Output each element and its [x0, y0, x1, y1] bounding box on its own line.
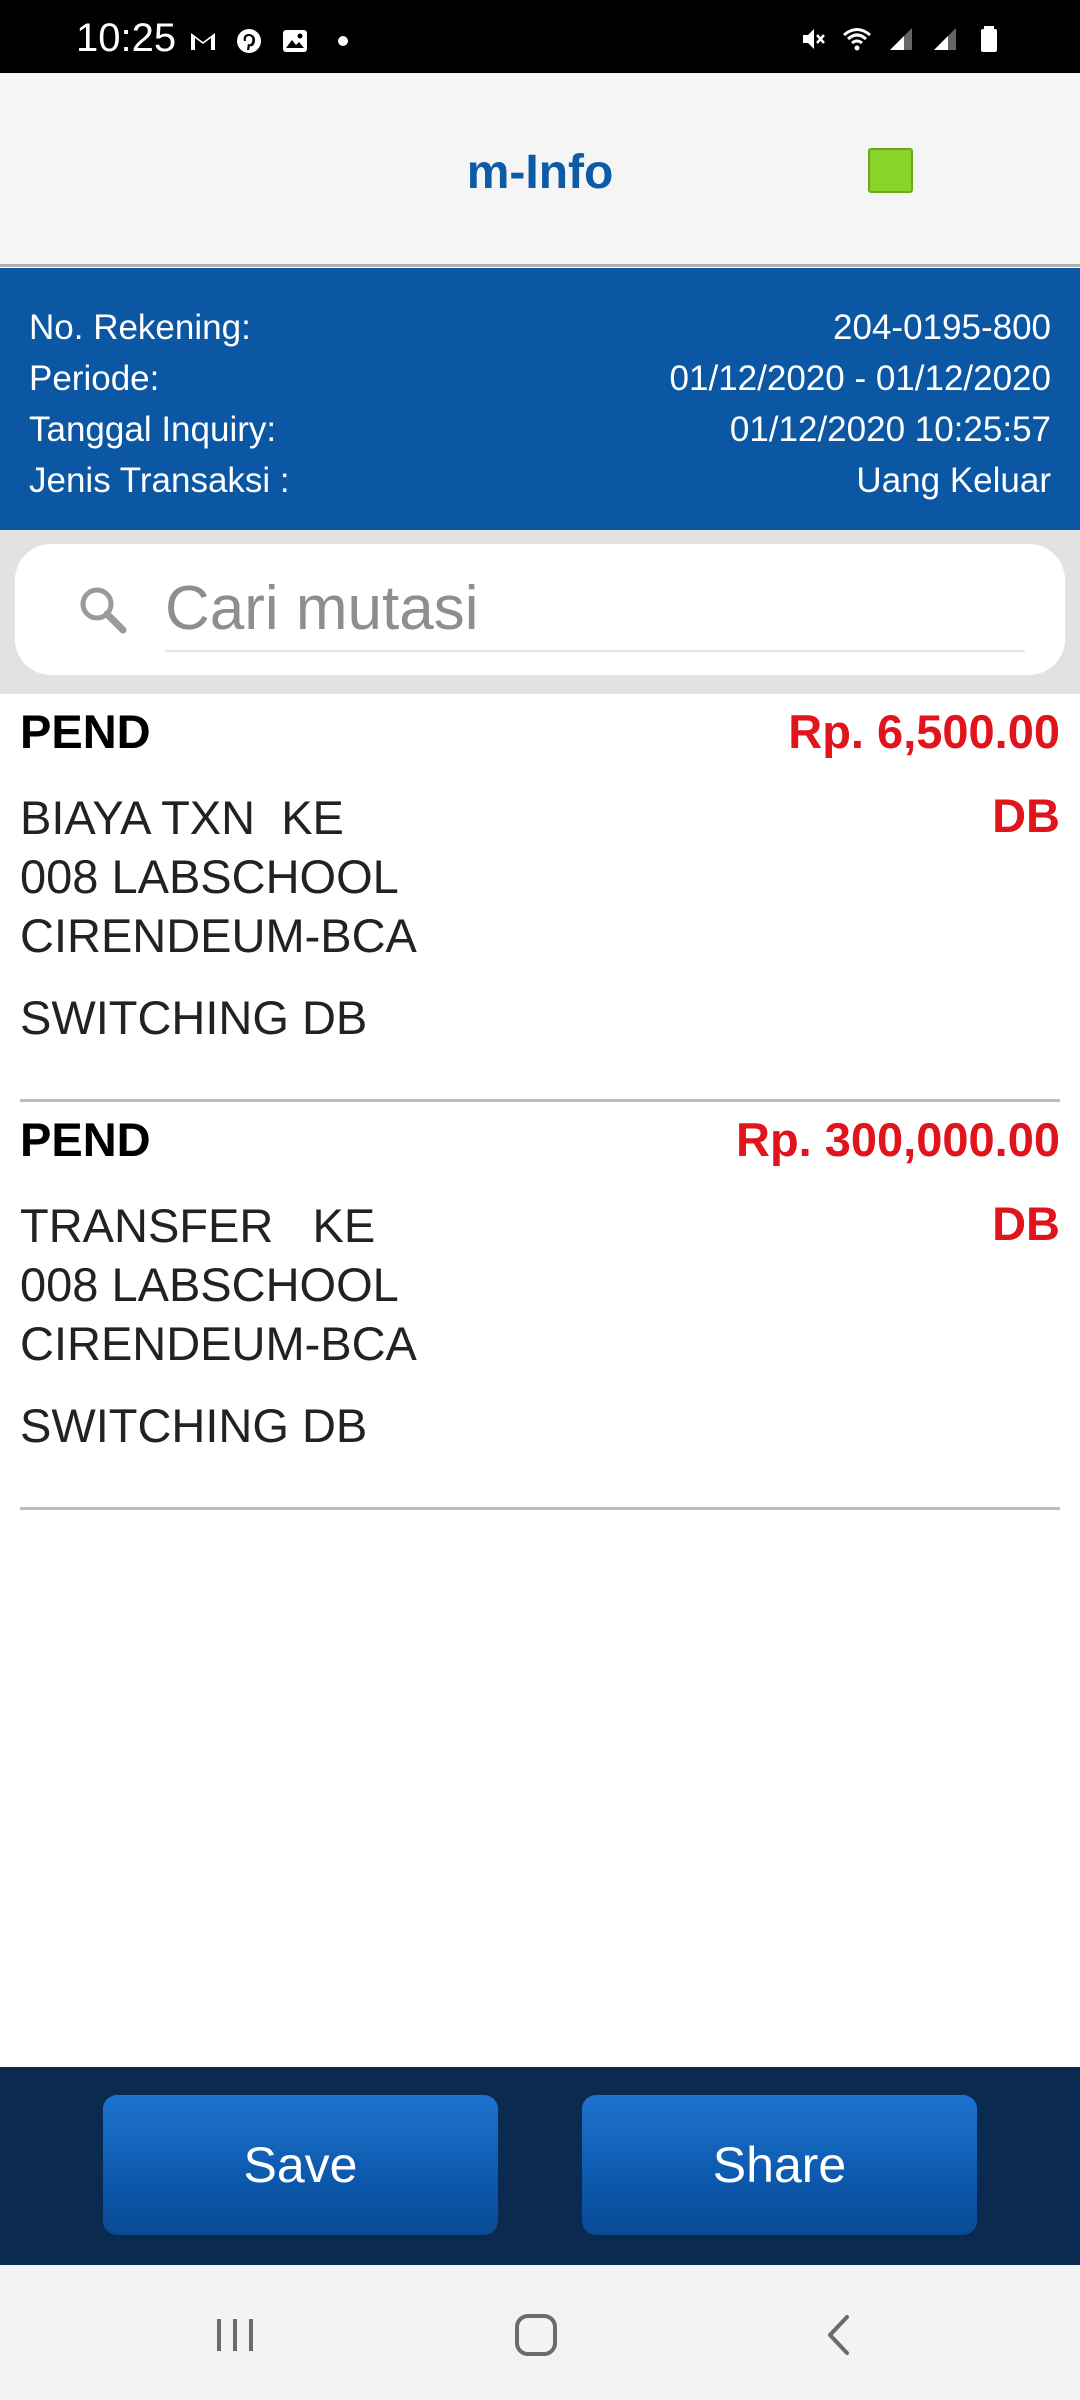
transaction-note: SWITCHING DB [20, 1399, 368, 1452]
search-area [0, 530, 1080, 694]
transaction-type: DB [992, 1197, 1060, 1250]
transaction-amount: Rp. 6,500.00 [788, 705, 1060, 758]
status-left-icons [188, 26, 348, 56]
search-box[interactable] [15, 544, 1065, 675]
signal-icon [890, 28, 912, 50]
app-header: m-Info [0, 73, 1080, 267]
page-title: m-Info [466, 146, 614, 199]
transaction-type: DB [992, 789, 1060, 842]
info-row-inquiry-date: Tanggal Inquiry: 01/12/2020 10:25:57 [29, 404, 1051, 455]
system-nav-bar [0, 2265, 1080, 2400]
transaction-item[interactable]: PEND Rp. 6,500.00 BIAYA TXN KE 008 LABSC… [20, 694, 1060, 1102]
info-value: Uang Keluar [856, 461, 1051, 500]
home-icon [515, 2314, 557, 2356]
info-label: Tanggal Inquiry: [29, 410, 277, 449]
info-row-period: Periode: 01/12/2020 - 01/12/2020 [29, 353, 1051, 404]
transaction-description: BIAYA TXN KE 008 LABSCHOOL CIRENDEUM-BCA [20, 791, 417, 962]
info-label: Jenis Transaksi : [29, 461, 290, 500]
home-button[interactable] [496, 2295, 576, 2375]
share-button[interactable]: Share [582, 2095, 977, 2235]
transaction-note: SWITCHING DB [20, 991, 368, 1044]
info-value: 01/12/2020 - 01/12/2020 [669, 359, 1051, 398]
recent-apps-button[interactable] [195, 2295, 275, 2375]
transaction-amount: Rp. 300,000.00 [736, 1113, 1060, 1166]
transaction-status: PEND [20, 1113, 151, 1166]
gallery-icon [283, 30, 307, 52]
back-icon [828, 2315, 849, 2355]
pinterest-icon [237, 29, 261, 53]
search-icon [80, 587, 127, 634]
info-label: Periode: [29, 359, 160, 398]
connection-status-indicator [868, 148, 913, 193]
status-time: 10:25 [76, 16, 177, 60]
save-button[interactable]: Save [103, 2095, 498, 2235]
transaction-description: TRANSFER KE 008 LABSCHOOL CIRENDEUM-BCA [20, 1199, 417, 1370]
back-button[interactable] [800, 2295, 880, 2375]
status-bar: 10:25 [0, 0, 1080, 73]
notification-dot-icon [338, 36, 348, 46]
info-value: 204-0195-800 [833, 308, 1051, 347]
status-right-icons [798, 24, 1004, 54]
transaction-item[interactable]: PEND Rp. 300,000.00 TRANSFER KE 008 LABS… [20, 1102, 1060, 1510]
wifi-icon [843, 28, 871, 51]
info-label: No. Rekening: [29, 308, 251, 347]
info-row-account-number: No. Rekening: 204-0195-800 [29, 302, 1051, 353]
transaction-status: PEND [20, 705, 151, 758]
info-row-transaction-type: Jenis Transaksi : Uang Keluar [29, 455, 1051, 506]
recents-icon [217, 2319, 253, 2351]
mute-icon [803, 29, 825, 49]
search-input[interactable] [165, 566, 1025, 652]
transaction-list: PEND Rp. 6,500.00 BIAYA TXN KE 008 LABSC… [20, 694, 1060, 1510]
gmail-icon [191, 33, 215, 50]
account-info-panel: No. Rekening: 204-0195-800 Periode: 01/1… [0, 268, 1080, 530]
action-bar: Save Share [0, 2067, 1080, 2265]
signal-icon-2 [934, 28, 956, 50]
info-value: 01/12/2020 10:25:57 [729, 410, 1051, 449]
battery-icon [981, 26, 997, 52]
